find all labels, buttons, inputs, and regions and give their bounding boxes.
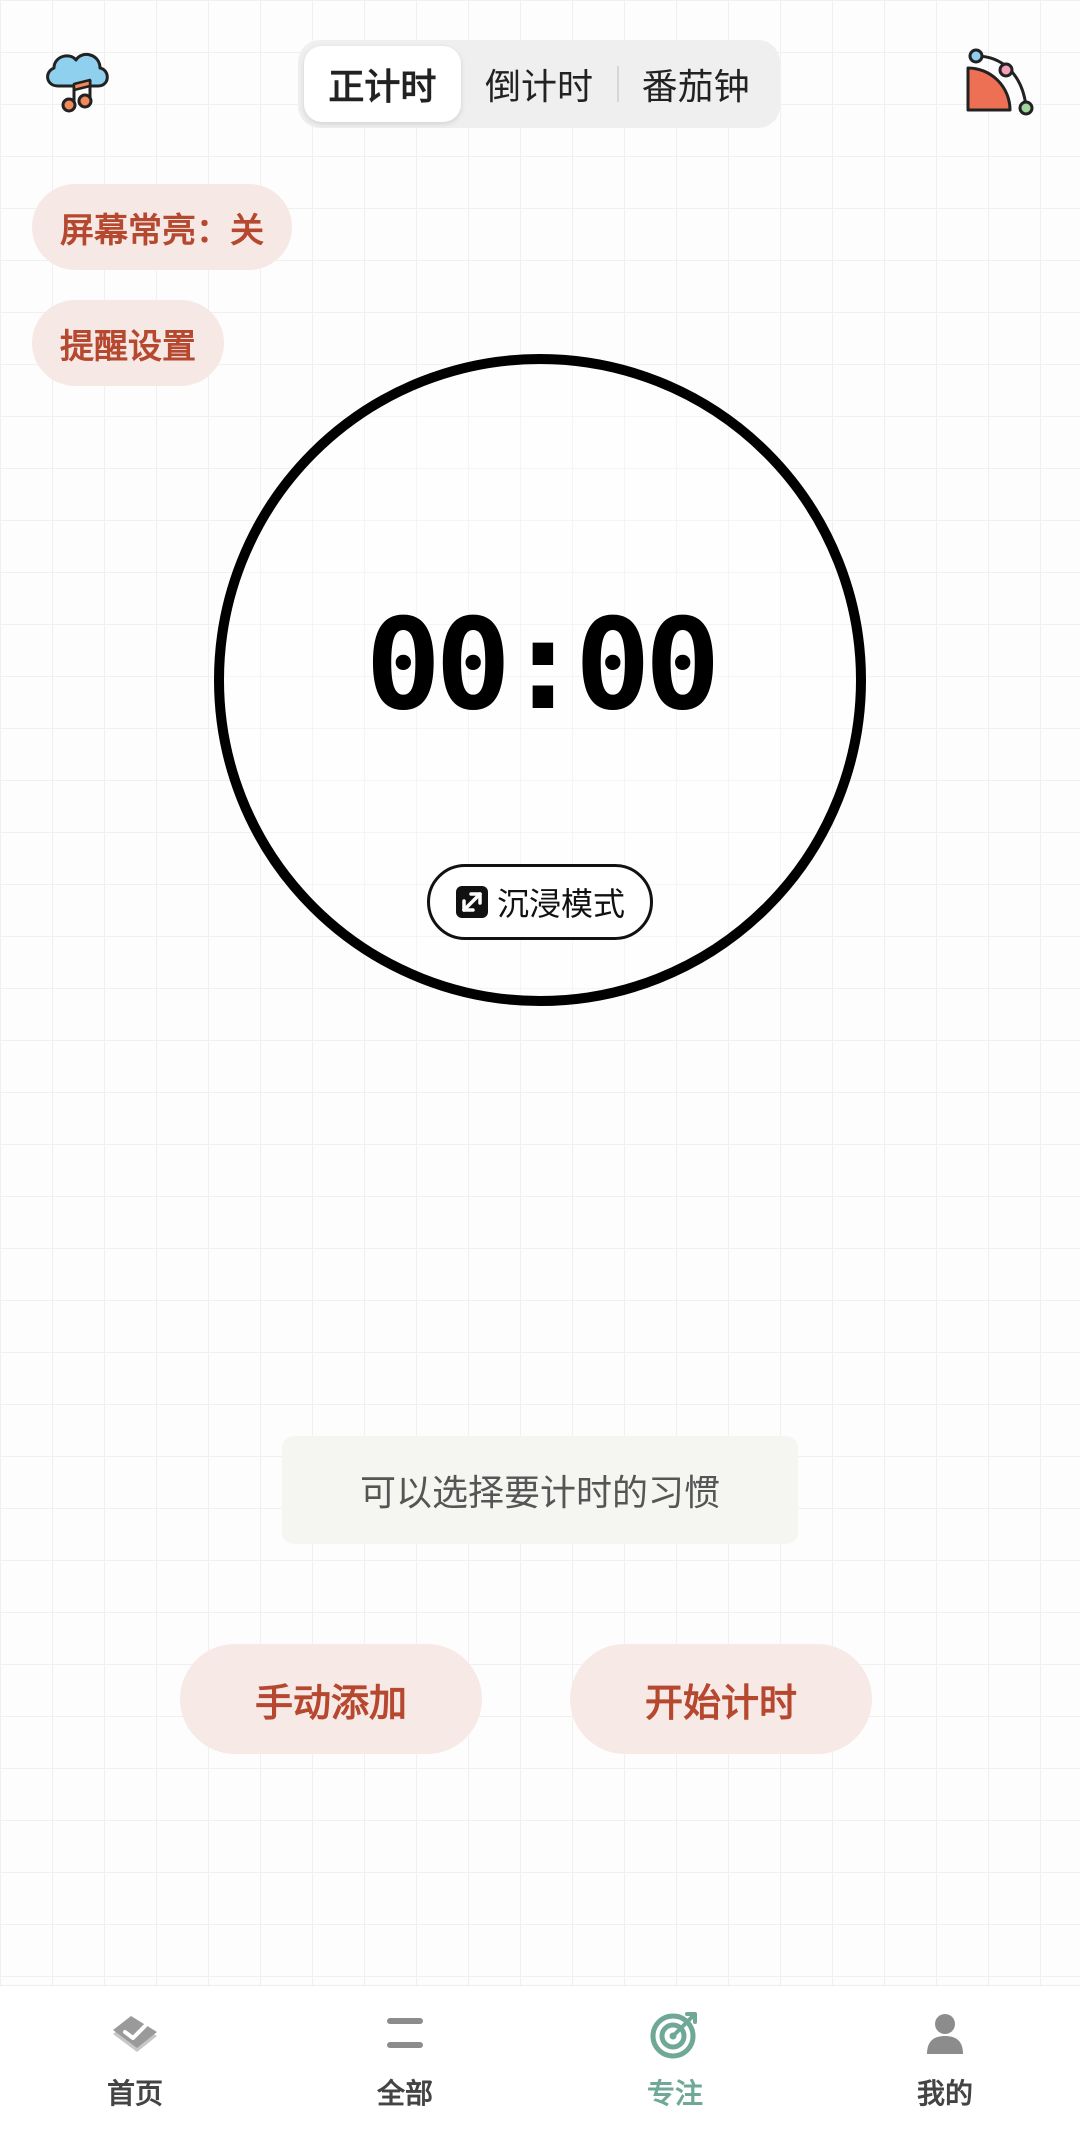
reminder-settings-button[interactable]: 提醒设置 <box>32 300 224 386</box>
immersive-mode-button[interactable]: 沉浸模式 <box>427 864 653 940</box>
nav-label-home: 首页 <box>106 2077 163 2110</box>
bottom-nav: 首页 全部 专注 我的 <box>0 1985 1080 2142</box>
nav-item-all[interactable]: 全部 <box>270 1986 540 2142</box>
expand-icon <box>455 886 488 918</box>
cloud-music-icon[interactable] <box>40 42 114 116</box>
pie-chart-icon[interactable] <box>962 46 1036 120</box>
timer-mode-switch: 正计时 倒计时 番茄钟 <box>298 40 780 128</box>
habit-selector[interactable]: 可以选择要计时的习惯 <box>282 1436 798 1544</box>
tab-count-up[interactable]: 正计时 <box>304 46 461 122</box>
nav-label-focus: 专注 <box>646 2077 703 2110</box>
immersive-mode-label: 沉浸模式 <box>496 885 625 923</box>
nav-label-me: 我的 <box>916 2077 973 2110</box>
manual-add-button[interactable]: 手动添加 <box>180 1644 482 1754</box>
person-icon <box>927 2014 963 2054</box>
target-icon <box>650 2012 697 2059</box>
nav-label-all: 全部 <box>376 2077 433 2110</box>
screen-always-on-toggle[interactable]: 屏幕常亮：关 <box>32 184 292 270</box>
list-icon <box>387 2018 423 2048</box>
start-timer-button[interactable]: 开始计时 <box>570 1644 872 1754</box>
nav-item-focus[interactable]: 专注 <box>540 1986 810 2142</box>
nav-item-home[interactable]: 首页 <box>0 1986 270 2142</box>
timer-display: 00:00 <box>365 591 720 738</box>
tab-countdown[interactable]: 倒计时 <box>461 46 618 122</box>
nav-item-me[interactable]: 我的 <box>810 1986 1080 2142</box>
tab-pomodoro[interactable]: 番茄钟 <box>617 46 774 122</box>
timer-circle: 00:00 沉浸模式 <box>214 354 866 1006</box>
home-check-icon <box>113 2016 157 2052</box>
